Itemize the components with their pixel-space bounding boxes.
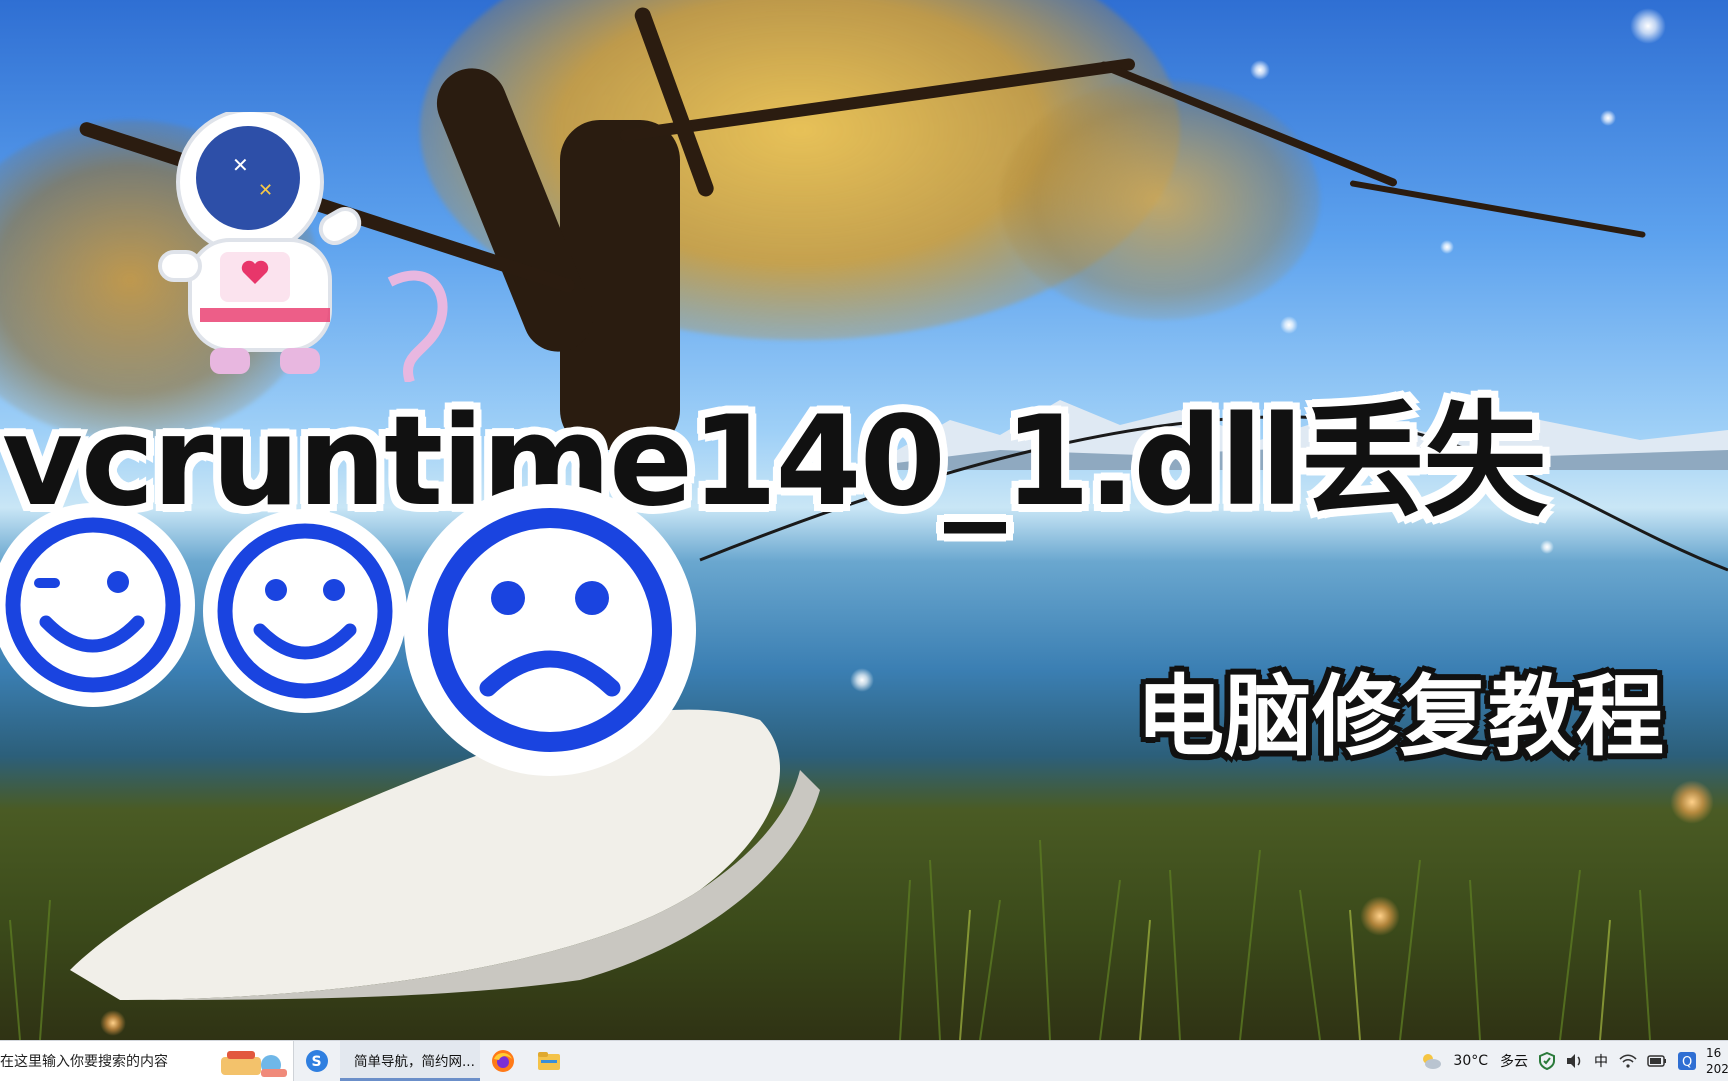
smiling-face-icon (203, 509, 407, 713)
svg-text:S: S (312, 1054, 322, 1070)
light-sparkle (1250, 60, 1270, 80)
sogou-browser-taskbar-button[interactable]: S (294, 1041, 340, 1081)
taskbar: 在这里输入你要搜索的内容 S 简单导航，简约网... 30°C 多云 中 Q 1… (0, 1040, 1728, 1081)
weather-temperature[interactable]: 30°C (1453, 1053, 1488, 1069)
svg-text:✕: ✕ (232, 153, 249, 177)
taskbar-clock[interactable]: 16 2022 (1706, 1045, 1728, 1077)
edge-taskbar-button[interactable]: 简单导航，简约网... (340, 1041, 480, 1081)
volume-icon[interactable] (1565, 1053, 1583, 1069)
light-sparkle (1440, 240, 1454, 254)
ime-indicator[interactable]: 中 (1594, 1051, 1608, 1071)
weather-cloud-icon[interactable] (1420, 1053, 1442, 1069)
file-explorer-taskbar-button[interactable] (526, 1041, 572, 1081)
light-sparkle (1540, 540, 1554, 554)
light-sparkle (1600, 110, 1616, 126)
tree-branch (1349, 180, 1646, 239)
edge-task-label: 简单导航，简约网... (354, 1053, 475, 1070)
light-sparkle (1630, 8, 1666, 44)
wifi-icon[interactable] (1619, 1054, 1637, 1068)
system-tray: 30°C 多云 中 Q 16 2022 (1415, 1041, 1728, 1081)
search-highlight-illustration (221, 1051, 287, 1077)
firefox-taskbar-button[interactable] (480, 1041, 526, 1081)
firefox-icon (492, 1050, 514, 1072)
taskbar-search-box[interactable]: 在这里输入你要搜索的内容 (0, 1041, 294, 1081)
sogou-browser-icon: S (306, 1050, 328, 1072)
file-explorer-icon (538, 1052, 560, 1070)
video-subtitle: 电脑修复教程 (1136, 665, 1665, 768)
battery-icon[interactable] (1647, 1055, 1667, 1067)
weather-description[interactable]: 多云 (1500, 1051, 1528, 1071)
clock-date: 2022 (1706, 1062, 1728, 1076)
search-placeholder: 在这里输入你要搜索的内容 (0, 1054, 168, 1070)
astronaut-sticker: ✕ ✕ (158, 112, 448, 382)
desktop-wallpaper: ✕ ✕ vcruntime140_1.dll丢失 电脑修复教程 (0, 0, 1728, 1080)
svg-text:Q: Q (1682, 1055, 1692, 1070)
ime-settings-icon[interactable]: Q (1677, 1051, 1697, 1071)
light-sparkle (1280, 316, 1298, 334)
winking-smile-face-icon (0, 503, 195, 707)
sad-face-icon (404, 484, 696, 776)
security-shield-icon[interactable] (1539, 1052, 1555, 1070)
clock-time: 16 (1706, 1046, 1722, 1060)
svg-text:✕: ✕ (258, 180, 273, 201)
tree-foliage-right (1000, 80, 1320, 320)
